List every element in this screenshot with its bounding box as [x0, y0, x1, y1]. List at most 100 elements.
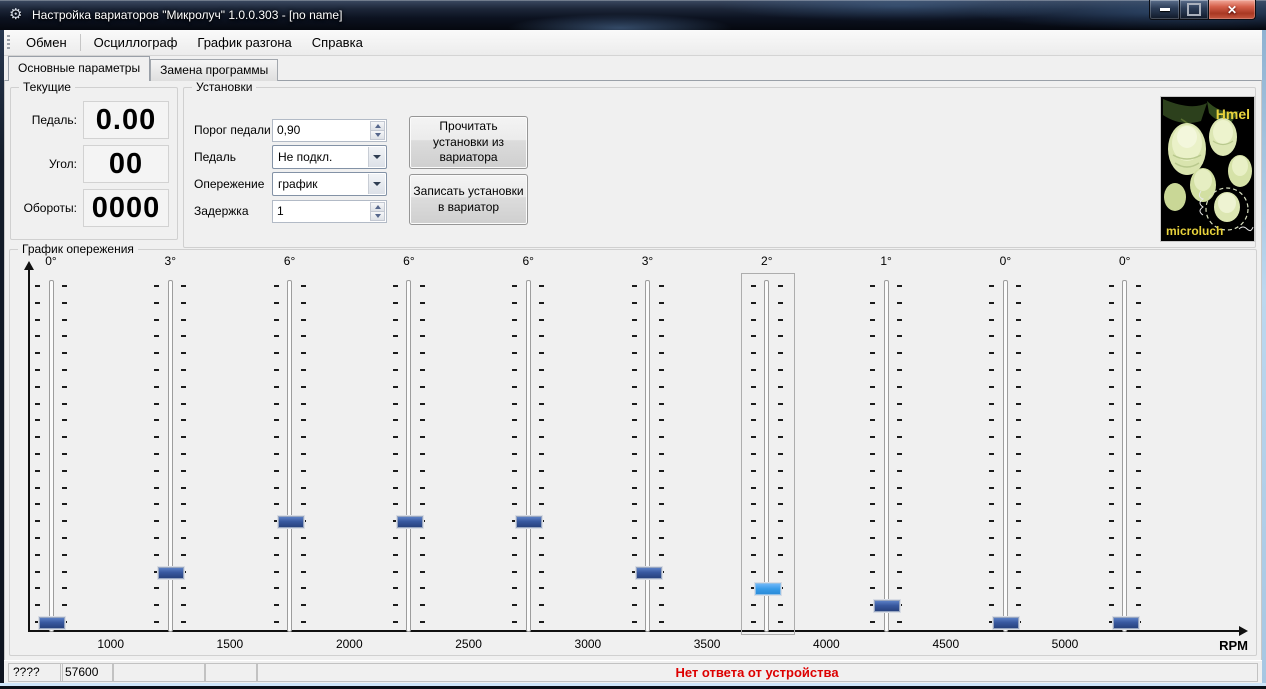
delay-spin-up-button[interactable] — [370, 201, 385, 212]
maximize-button[interactable] — [1180, 0, 1208, 20]
slider-tick — [870, 486, 876, 489]
slider-tick — [273, 318, 279, 321]
close-button[interactable]: ✕ — [1208, 0, 1256, 20]
advance-slider-track[interactable] — [1002, 280, 1008, 632]
slider-tick — [512, 621, 518, 623]
slider-tick — [419, 318, 425, 321]
advance-slider-track[interactable] — [167, 280, 173, 632]
slider-tick — [154, 503, 160, 506]
slider-tick — [1016, 587, 1022, 590]
slider-tick — [777, 503, 783, 506]
advance-slider-thumb[interactable] — [158, 566, 185, 579]
pedal-mode-dropdown-button[interactable] — [368, 147, 385, 167]
menu-item-help[interactable]: Справка — [302, 30, 373, 55]
advance-slider-thumb[interactable] — [635, 566, 662, 579]
slider-tick — [419, 537, 425, 539]
status-panel-port: ???? — [8, 663, 63, 682]
pedal-threshold-value[interactable]: 0,90 — [277, 123, 300, 137]
slider-tick — [631, 385, 637, 388]
slider-tick — [512, 453, 518, 455]
x-axis-tick-label: 4000 — [813, 637, 840, 651]
advance-slider-track[interactable] — [645, 280, 650, 632]
advance-slider-thumb[interactable] — [1112, 617, 1139, 629]
advance-slider-thumb[interactable] — [396, 516, 423, 529]
slider-tick — [1108, 402, 1114, 405]
menu-item-obmen[interactable]: Обмен — [16, 30, 77, 55]
slider-tick — [658, 385, 664, 388]
advance-slider-track[interactable] — [287, 280, 293, 632]
slider-tick — [35, 352, 40, 355]
slider-tick — [392, 453, 398, 455]
pedal-threshold-spin-up-button[interactable] — [370, 120, 385, 131]
slider-tick — [777, 570, 783, 573]
slider-tick — [750, 570, 756, 573]
minimize-button[interactable] — [1149, 0, 1180, 20]
advance-slider-track[interactable] — [764, 280, 770, 632]
advance-slider-thumb[interactable] — [39, 617, 65, 629]
slider-tick — [419, 352, 425, 355]
delay-spinbox[interactable]: 1 — [272, 199, 387, 223]
delay-spin-down-button[interactable] — [370, 211, 385, 221]
slider-tick — [539, 503, 545, 506]
toolbar-gripper[interactable] — [7, 34, 10, 51]
slider-tick — [419, 436, 425, 439]
pedal-threshold-spin-down-button[interactable] — [370, 130, 385, 140]
slider-tick — [631, 553, 637, 556]
pedal-threshold-spinbox[interactable]: 0,90 — [272, 118, 387, 142]
slider-tick — [35, 520, 40, 523]
advance-slider-track[interactable] — [406, 280, 412, 632]
advance-slider-thumb[interactable] — [277, 516, 304, 529]
slider-tick — [897, 587, 903, 590]
slider-degree-label: 6° — [403, 254, 415, 268]
advance-slider-thumb[interactable] — [754, 583, 781, 596]
slider-tick — [750, 503, 756, 506]
slider-tick — [181, 402, 187, 405]
advance-slider-thumb[interactable] — [874, 600, 901, 613]
advance-mode-dropdown-button[interactable] — [368, 174, 385, 194]
slider-tick — [300, 335, 306, 338]
advance-slider-track[interactable] — [525, 280, 531, 632]
advance-slider-track[interactable] — [48, 280, 54, 632]
slider-tick — [300, 537, 306, 539]
slider-tick — [35, 553, 40, 556]
advance-slider-thumb[interactable] — [993, 617, 1020, 629]
advance-mode-combobox[interactable]: график — [272, 172, 387, 196]
slider-tick — [1016, 419, 1022, 422]
slider-tick — [777, 419, 783, 422]
slider-tick — [989, 385, 995, 388]
advance-slider-thumb[interactable] — [516, 516, 543, 529]
slider-tick — [1135, 553, 1141, 556]
slider-tick — [658, 402, 664, 405]
slider-tick — [1108, 318, 1114, 321]
read-settings-button[interactable]: Прочитать установки из вариатора — [409, 116, 528, 169]
tab-page-main: Текущие Педаль: 0.00 Угол: 00 Обороты: 0000 У… — [4, 80, 1262, 661]
slider-tick — [419, 335, 425, 338]
slider-tick — [658, 285, 664, 287]
menu-item-acceleration-chart[interactable]: График разгона — [187, 30, 301, 55]
titlebar[interactable]: ⚙ Настройка вариаторов "Микролуч" 1.0.0.… — [0, 0, 1266, 31]
slider-tick — [1108, 520, 1114, 523]
menu-item-oscillograph[interactable]: Осциллограф — [84, 30, 188, 55]
slider-tick — [989, 301, 995, 304]
slider-tick — [154, 537, 160, 539]
advance-slider-track[interactable] — [883, 280, 889, 632]
delay-value[interactable]: 1 — [277, 204, 284, 218]
slider-tick — [300, 587, 306, 590]
slider-tick — [897, 318, 903, 321]
slider-tick — [989, 503, 995, 506]
slider-tick — [62, 520, 67, 523]
tab-main-parameters[interactable]: Основные параметры — [8, 56, 151, 81]
slider-tick — [512, 369, 518, 371]
slider-tick — [1108, 453, 1114, 455]
app-gear-icon[interactable]: ⚙ — [9, 6, 26, 23]
slider-tick — [1108, 436, 1114, 439]
slider-tick — [777, 621, 783, 623]
tab-program-replace[interactable]: Замена программы — [150, 59, 279, 81]
slider-tick — [777, 285, 783, 287]
advance-slider-track[interactable] — [1122, 280, 1128, 632]
write-settings-button[interactable]: Записать установки в вариатор — [409, 174, 528, 225]
slider-tick — [1135, 301, 1141, 304]
slider-tick — [419, 486, 425, 489]
pedal-threshold-label: Порог педали — [194, 123, 271, 137]
pedal-mode-combobox[interactable]: Не подкл. — [272, 145, 387, 169]
